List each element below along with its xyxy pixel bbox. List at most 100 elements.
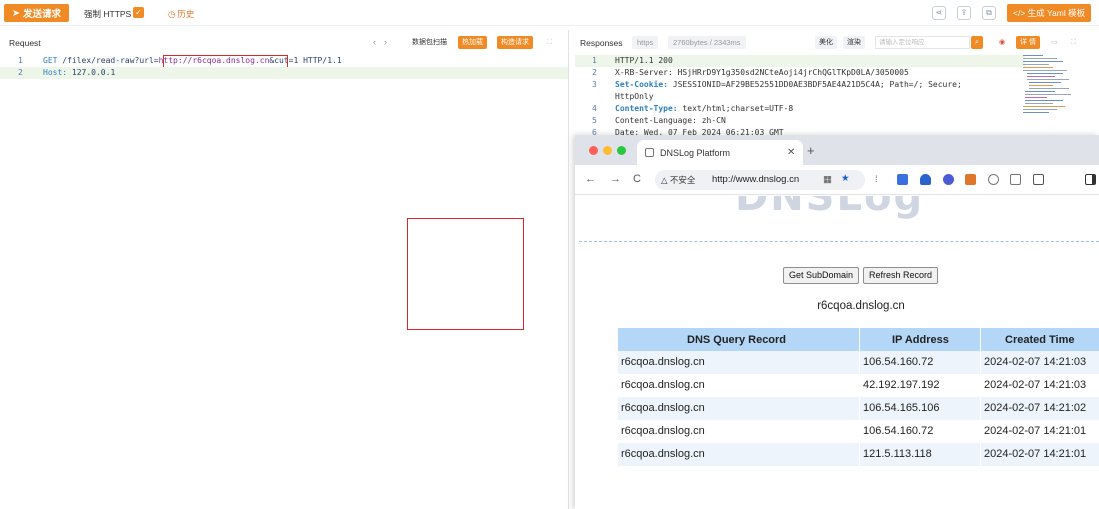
ip-cell: 106.54.160.72 <box>863 425 934 437</box>
dashed-divider <box>579 241 1099 242</box>
response-minimap[interactable] <box>1021 53 1077 133</box>
response-line-content: HttpOnly <box>615 92 654 101</box>
extension-icon[interactable]: ⁞ <box>875 174 886 185</box>
generate-yaml-button[interactable]: </> 生成 Yaml 模板 <box>1007 4 1092 22</box>
share-icon[interactable]: ⋖ <box>932 6 946 20</box>
record-cell: r6cqoa.dnslog.cn <box>621 402 705 414</box>
header-value: JSESSIONID=AF29BE52551DD0AE3BDF5AE4A21D5… <box>667 80 962 89</box>
minimap-line <box>1027 76 1055 77</box>
expand-icon[interactable]: ⛶ <box>543 36 556 49</box>
record-cell: r6cqoa.dnslog.cn <box>621 379 705 391</box>
response-line-content: HTTP/1.1 200 <box>615 56 673 65</box>
build-request-button[interactable]: 构造请求 <box>497 36 533 49</box>
puzzle-icon[interactable] <box>1033 174 1044 185</box>
line-number: 4 <box>592 104 597 113</box>
ip-cell: 42.192.197.192 <box>863 379 940 391</box>
comment-icon[interactable]: ▭ <box>1047 36 1062 49</box>
back-icon[interactable]: ← <box>585 173 596 185</box>
extension-icon[interactable] <box>1010 174 1021 185</box>
extension-icon[interactable] <box>965 174 976 185</box>
send-request-button[interactable]: ➤ 发送请求 <box>4 4 69 22</box>
browser-toolbar: ← → C △ 不安全 http://www.dnslog.cn ▦ ★ ⁞ <box>575 165 1099 195</box>
response-line: 4 Content-Type: text/html;charset=UTF-8 <box>575 103 1025 115</box>
protocol-chip: https <box>632 36 659 49</box>
render-button[interactable]: 渲染 <box>843 36 865 49</box>
extension-icon[interactable] <box>943 174 954 185</box>
forward-icon[interactable]: → <box>610 173 621 185</box>
extension-icon[interactable] <box>897 174 908 185</box>
response-line: 3 Set-Cookie: JSESSIONID=AF29BE52551DD0A… <box>575 79 1025 91</box>
cloud-icon[interactable] <box>920 174 931 185</box>
address-bar[interactable]: △ 不安全 http://www.dnslog.cn ▦ ★ <box>655 170 865 190</box>
minimap-line <box>1027 73 1063 74</box>
chrome-icon[interactable]: ◉ <box>995 36 1009 49</box>
minimap-line <box>1023 70 1067 71</box>
beautify-button[interactable]: 美化 <box>815 36 837 49</box>
response-line-content: Set-Cookie: JSESSIONID=AF29BE52551DD0AE3… <box>615 79 962 91</box>
minimap-line <box>1029 88 1069 89</box>
extension-icon[interactable] <box>988 174 999 185</box>
header-key: Set-Cookie: <box>615 80 668 89</box>
column-header: DNS Query Record <box>687 334 787 346</box>
get-subdomain-button[interactable]: Get SubDomain <box>783 267 860 284</box>
clock-icon: ◷ <box>168 8 176 19</box>
column-separator <box>980 328 981 466</box>
close-window-button[interactable] <box>589 146 598 155</box>
browser-tab-bar: DNSLog Platform ✕ + <box>575 135 1099 165</box>
search-icon[interactable]: ⌕ <box>971 36 983 49</box>
header-value: text/html;charset=UTF-8 <box>677 104 794 113</box>
hot-reload-button[interactable]: 热加载 <box>458 36 487 49</box>
response-title: Responses <box>580 38 623 48</box>
not-secure-indicator[interactable]: △ 不安全 <box>661 174 695 186</box>
header-key: Content-Type: <box>615 104 678 113</box>
browser-tab[interactable]: DNSLog Platform ✕ <box>637 140 803 165</box>
minimap-line <box>1025 91 1055 92</box>
sidebar-icon[interactable] <box>1085 174 1096 185</box>
response-line: 5 Content-Language: zh-CN <box>575 115 1025 127</box>
fullscreen-icon[interactable]: ⛶ <box>1067 36 1080 49</box>
minimap-line <box>1029 82 1061 83</box>
translate-icon[interactable]: ▦ <box>823 174 832 185</box>
response-line-content: Content-Language: zh-CN <box>615 116 726 125</box>
line-number: 2 <box>18 68 23 77</box>
new-tab-icon[interactable]: + <box>807 143 815 158</box>
record-cell: r6cqoa.dnslog.cn <box>621 448 705 460</box>
dnslog-logo: DNSLog <box>735 196 925 220</box>
reload-icon[interactable]: C <box>633 173 641 185</box>
request-header: Request ‹› 数据包扫描 热加载 构造请求 ⛶ <box>0 33 568 51</box>
detail-button[interactable]: 详 情 <box>1016 36 1040 49</box>
bookmark-star-icon[interactable]: ★ <box>841 173 850 184</box>
dnslog-page: DNSLog Get SubDomain Refresh Record r6cq… <box>575 196 1099 509</box>
minimap-line <box>1023 112 1049 113</box>
packet-scan-button[interactable]: 数据包扫描 <box>408 36 451 49</box>
export-icon[interactable]: ⇪ <box>957 6 971 20</box>
maximize-window-button[interactable] <box>617 146 626 155</box>
send-icon: ➤ <box>12 7 20 19</box>
minimize-window-button[interactable] <box>603 146 612 155</box>
url-text[interactable]: http://www.dnslog.cn <box>712 174 799 185</box>
ip-cell: 106.54.160.72 <box>863 356 934 368</box>
http-method: GET <box>43 56 58 65</box>
pane-divider[interactable] <box>568 30 569 509</box>
line-number: 3 <box>592 80 597 89</box>
force-https-checkbox[interactable]: ✓ <box>133 7 144 18</box>
time-cell: 2024-02-07 14:21:01 <box>984 448 1087 460</box>
response-line: HttpOnly <box>575 91 1025 103</box>
history-button[interactable]: ◷ 历史 <box>168 8 194 20</box>
copy-icon[interactable]: ⧉ <box>982 6 996 20</box>
minimap-line <box>1023 64 1049 65</box>
close-icon[interactable]: ✕ <box>787 147 795 158</box>
request-nav-arrows[interactable]: ‹› <box>373 37 395 47</box>
response-editor[interactable]: 1 HTTP/1.1 200 2 X-RB-Server: HSjHRrD9Y1… <box>575 53 1025 143</box>
refresh-record-button[interactable]: Refresh Record <box>863 267 939 284</box>
line-number: 2 <box>592 68 597 77</box>
time-cell: 2024-02-07 14:21:02 <box>984 402 1087 414</box>
ip-cell: 121.5.113.118 <box>863 448 932 460</box>
time-cell: 2024-02-07 14:21:03 <box>984 356 1087 368</box>
minimap-line <box>1023 55 1043 56</box>
column-header: Created Time <box>1005 334 1075 346</box>
response-search-input[interactable]: 请输入定位响应 <box>875 36 970 49</box>
line-number: 1 <box>18 56 23 65</box>
minimap-line <box>1023 67 1053 68</box>
request-line-2: 2 Host: 127.0.0.1 <box>0 67 568 79</box>
